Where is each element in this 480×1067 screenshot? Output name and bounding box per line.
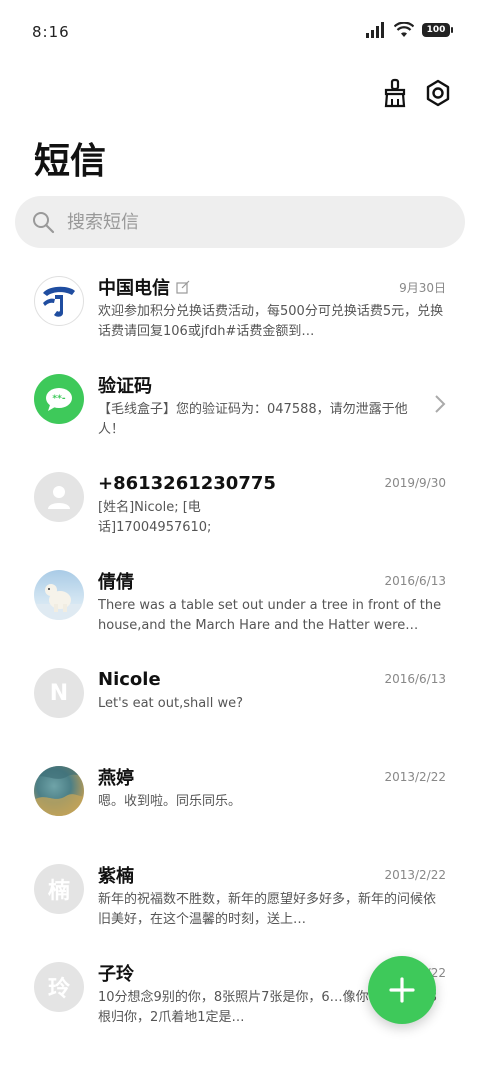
letter-avatar: 玲 [34, 962, 84, 1012]
plus-icon [389, 977, 415, 1003]
sms-bubble-icon: **- [46, 388, 72, 411]
contact-name: 紫楠 [98, 866, 134, 887]
message-preview: 嗯。收到啦。同乐同乐。 [98, 794, 242, 809]
conversation-item[interactable]: 楠 紫楠 2013/2/22 新年的祝福数不胜数，新年的愿望好多好多，新年的问候… [0, 850, 480, 948]
search-bar[interactable] [15, 196, 465, 248]
polar-bear-image [34, 584, 84, 620]
message-date: 2016/6/13 [384, 672, 446, 686]
photo-avatar [34, 570, 84, 620]
wifi-icon [394, 22, 414, 37]
person-icon [48, 486, 70, 509]
message-preview: 【毛线盒子】您的验证码为：047588，请勿泄露于他人！ [98, 402, 408, 437]
battery-icon: 100 [422, 23, 453, 37]
svg-text:**-: **- [52, 394, 65, 404]
status-icons: 100 [366, 22, 453, 38]
search-input[interactable] [65, 210, 429, 234]
message-date: 9月30日 [399, 280, 446, 295]
conversation-content: Nicole 2016/6/13 Let's eat out,shall we? [98, 666, 446, 714]
conversation-content: +8613261230775 2019/9/30 [姓名]Nicole; [电话… [98, 470, 446, 538]
telecom-logo-icon [43, 286, 75, 317]
message-preview: Let's eat out,shall we? [98, 696, 244, 711]
contact-name: 燕婷 [98, 768, 134, 789]
letter-avatar: N [34, 668, 84, 718]
status-time: 8:16 [32, 23, 70, 41]
conversation-content: 倩倩 2016/6/13 There was a table set out u… [98, 568, 446, 636]
message-date: 2016/6/13 [384, 574, 446, 588]
message-date: 2013/2/22 [384, 770, 446, 784]
page-title: 短信 [34, 141, 107, 182]
person-avatar [34, 472, 84, 522]
chevron-right-icon[interactable] [434, 394, 446, 414]
new-message-button[interactable] [368, 956, 436, 1024]
conversation-item[interactable]: 燕婷 2013/2/22 嗯。收到啦。同乐同乐。 [0, 752, 480, 850]
telecom-logo-avatar [34, 276, 84, 326]
avatar-letter: 楠 [47, 879, 70, 904]
brush-icon [384, 78, 406, 108]
contact-name: 验证码 [98, 376, 152, 397]
signal-icon [366, 22, 384, 38]
conversation-item[interactable]: N Nicole 2016/6/13 Let's eat out,shall w… [0, 654, 480, 752]
message-preview: [姓名]Nicole; [电话]17004957610; [98, 500, 212, 535]
contact-name: 倩倩 [98, 572, 134, 593]
gear-icon [426, 79, 450, 107]
conversation-content: 验证码 【毛线盒子】您的验证码为：047588，请勿泄露于他人！ [98, 372, 418, 440]
message-date: 2019/9/30 [384, 476, 446, 490]
contact-name: 子玲 [98, 964, 134, 985]
letter-avatar: 楠 [34, 864, 84, 914]
message-preview: 欢迎参加积分兑换话费活动，每500分可兑换话费5元，兑换话费请回复106或jfd… [98, 304, 444, 339]
photo-avatar [34, 766, 84, 816]
conversation-item[interactable]: 倩倩 2016/6/13 There was a table set out u… [0, 556, 480, 654]
conversation-content: 燕婷 2013/2/22 嗯。收到啦。同乐同乐。 [98, 764, 446, 812]
battery-level: 100 [426, 25, 446, 35]
avatar-letter: 玲 [47, 977, 70, 1002]
sms-avatar: **- [34, 374, 84, 424]
conversation-item[interactable]: 中国电信 9月30日 欢迎参加积分兑换话费活动，每500分可兑换话费5元，兑换话… [0, 262, 480, 360]
message-preview: There was a table set out under a tree i… [98, 598, 442, 633]
settings-button[interactable] [421, 76, 455, 110]
conversation-item[interactable]: **- 验证码 【毛线盒子】您的验证码为：047588，请勿泄露于他人！ [0, 360, 480, 458]
contact-name: Nicole [98, 668, 161, 690]
edit-icon [176, 280, 190, 294]
message-date: 2013/2/22 [384, 868, 446, 882]
conversation-content: 中国电信 9月30日 欢迎参加积分兑换话费活动，每500分可兑换话费5元，兑换话… [98, 274, 446, 342]
message-list: 中国电信 9月30日 欢迎参加积分兑换话费活动，每500分可兑换话费5元，兑换话… [0, 262, 480, 1046]
conversation-item[interactable]: +8613261230775 2019/9/30 [姓名]Nicole; [电话… [0, 458, 480, 556]
contact-name: 中国电信 [98, 274, 190, 300]
contact-name-text: 中国电信 [98, 278, 170, 299]
clean-brush-button[interactable] [378, 76, 412, 110]
conversation-content: 紫楠 2013/2/22 新年的祝福数不胜数，新年的愿望好多好多，新年的问候依旧… [98, 862, 446, 930]
landscape-image [34, 766, 84, 816]
search-icon [33, 212, 55, 234]
message-preview: 新年的祝福数不胜数，新年的愿望好多好多，新年的问候依旧美好，在这个温馨的时刻，送… [98, 892, 437, 927]
contact-name: +8613261230775 [98, 472, 276, 494]
avatar-letter: N [49, 680, 69, 706]
status-bar: 8:16 100 [0, 0, 480, 60]
